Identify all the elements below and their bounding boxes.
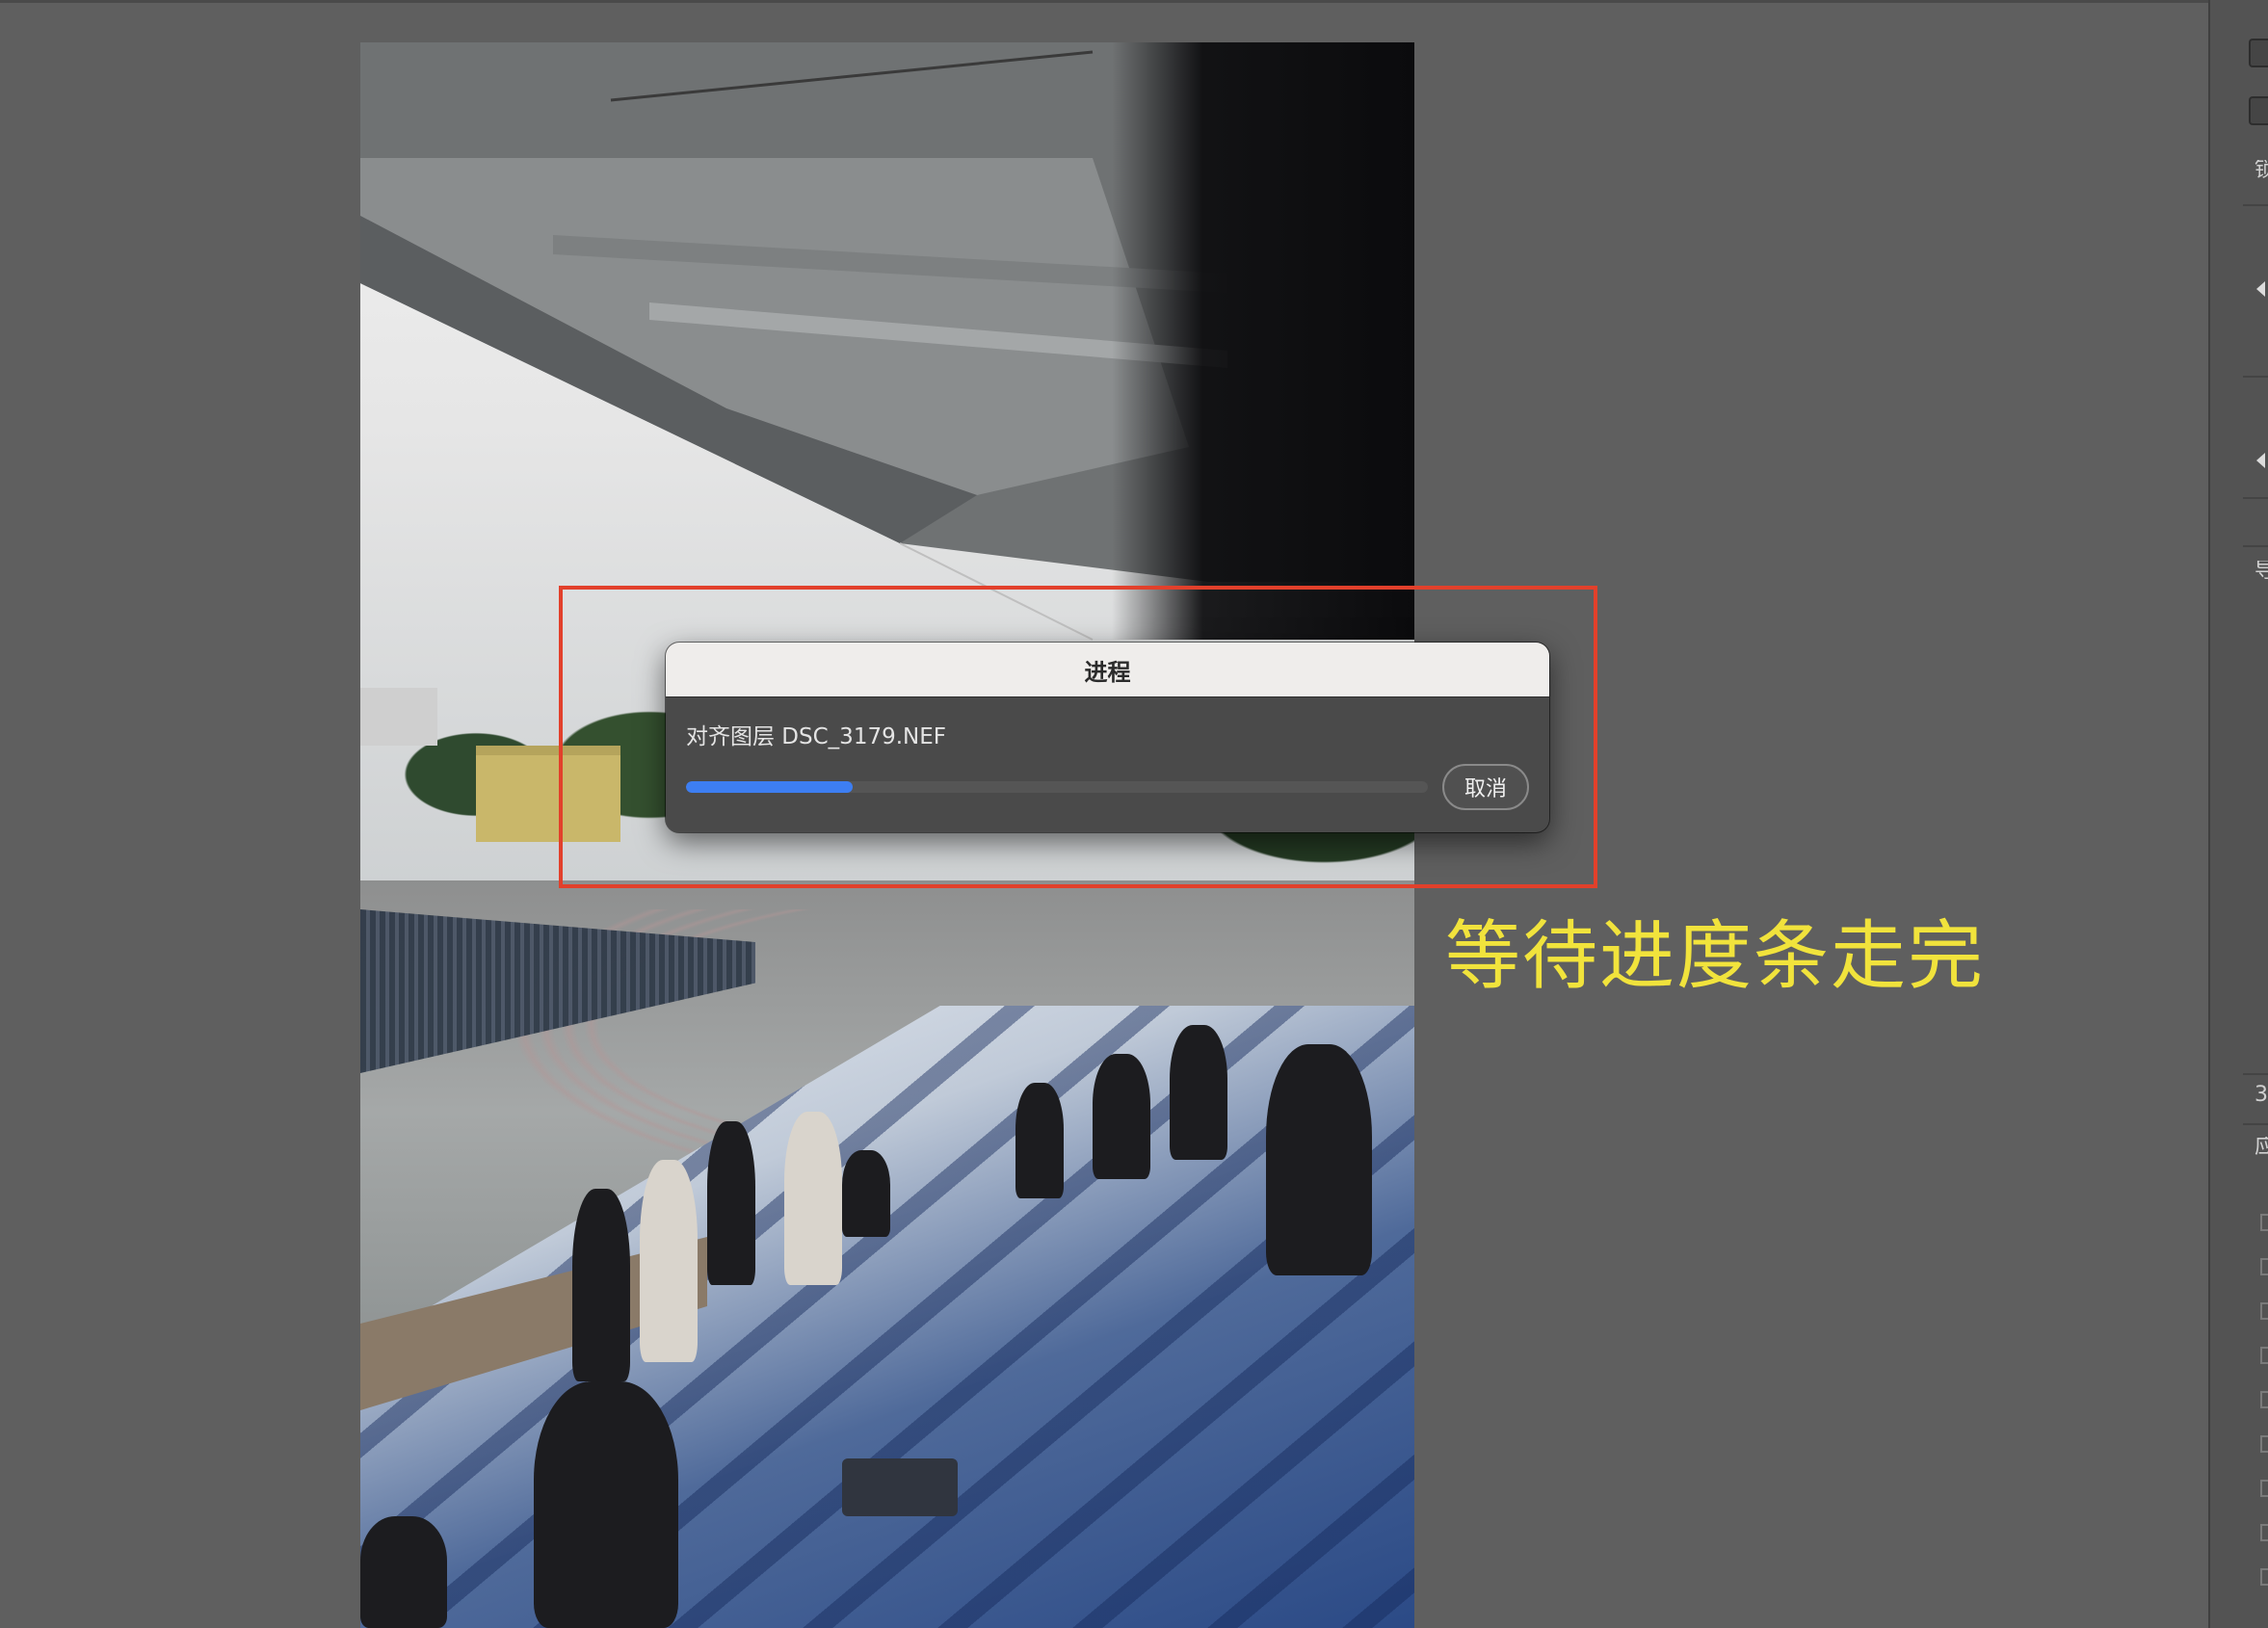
photo-bag [842, 1458, 958, 1516]
panel-divider [2243, 204, 2268, 206]
panel-divider [2243, 376, 2268, 378]
panel-divider [2243, 545, 2268, 547]
dialog-title: 进程 [1084, 658, 1131, 686]
panel-divider [2243, 497, 2268, 499]
progress-bar-fill [686, 781, 854, 793]
panel-label-apply: 应 [2255, 1137, 2268, 1158]
document-image[interactable] [360, 42, 1414, 1628]
photo-building-left [360, 688, 437, 746]
chevron-left-icon[interactable] [2256, 281, 2265, 297]
photo-spectator [640, 1160, 698, 1362]
photo-building-yellow [476, 746, 620, 842]
photo-spectator [1015, 1083, 1064, 1198]
progress-message: 对齐图层 DSC_3179.NEF [686, 724, 946, 749]
panel-checkbox[interactable] [2260, 1302, 2268, 1320]
annotation-text: 等待进度条走完 [1445, 913, 1986, 1000]
photo-spectator [842, 1150, 890, 1237]
photo-spectator [707, 1121, 755, 1285]
photo-spectator [1093, 1054, 1150, 1179]
panel-checkbox[interactable] [2260, 1391, 2268, 1408]
panel-checkbox[interactable] [2260, 1524, 2268, 1541]
dialog-titlebar[interactable]: 进程 [666, 643, 1549, 697]
photo-spectator [1170, 1025, 1227, 1160]
panel-checkbox[interactable] [2260, 1568, 2268, 1586]
panel-checkbox[interactable] [2260, 1347, 2268, 1364]
panel-label-value: 33 [2255, 1085, 2268, 1106]
panel-divider [2243, 1123, 2268, 1125]
photo-shadow [1112, 42, 1414, 640]
cancel-button[interactable]: 取消 [1442, 764, 1529, 810]
right-side-panel: 锁 导 33 应 [2208, 0, 2268, 1628]
panel-checkbox[interactable] [2260, 1214, 2268, 1231]
photo-spectator [360, 1516, 447, 1628]
panel-button[interactable] [2249, 96, 2268, 125]
panel-button[interactable] [2249, 39, 2268, 67]
progress-dialog: 进程 对齐图层 DSC_3179.NEF 取消 [666, 643, 1549, 832]
photo-spectator [1266, 1044, 1372, 1275]
panel-checkbox[interactable] [2260, 1480, 2268, 1497]
photo-spectator [534, 1381, 678, 1628]
panel-divider [2243, 1073, 2268, 1075]
photo-spectator [784, 1112, 842, 1285]
progress-bar [686, 781, 1428, 793]
photo-spectator [572, 1189, 630, 1381]
chevron-left-icon[interactable] [2256, 453, 2265, 468]
panel-checkbox[interactable] [2260, 1258, 2268, 1275]
panel-label-lock: 锁 [2255, 160, 2268, 181]
panel-checkbox[interactable] [2260, 1435, 2268, 1453]
panel-label-guide: 导 [2255, 561, 2268, 582]
